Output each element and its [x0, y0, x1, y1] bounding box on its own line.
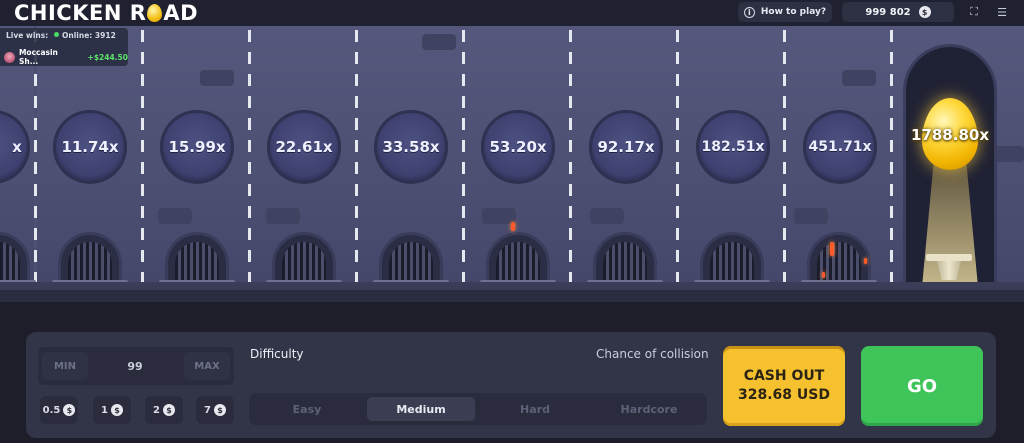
multiplier-coin[interactable]: 53.20x	[481, 110, 555, 184]
wall-brick	[266, 208, 300, 224]
online-counter: Online: 3912	[54, 31, 116, 40]
fire-spark-icon	[822, 272, 825, 278]
fire-spark-icon	[830, 242, 834, 256]
sewer-grate	[0, 232, 36, 286]
logo-egg-icon	[147, 4, 163, 22]
bet-chip-button[interactable]: 7 $	[196, 396, 234, 424]
egg-pedestal	[926, 254, 972, 280]
game-root: CHICKEN R AD i How to play? 999 802 $ ⛶ ☰	[0, 0, 1024, 443]
dollar-coin-icon: $	[162, 404, 175, 416]
multiplier-coin[interactable]: 92.17x	[589, 110, 663, 184]
wall-brick	[200, 70, 234, 86]
live-wins-panel: Live wins: Online: 3912 Moccasin Sh... +…	[0, 28, 128, 66]
sewer-grate	[373, 232, 449, 286]
sewer-grate	[266, 232, 342, 286]
wall-brick	[842, 70, 876, 86]
bet-chip-button[interactable]: 2 $	[145, 396, 183, 424]
lane-divider	[462, 30, 465, 284]
lane-divider	[355, 30, 358, 284]
how-to-play-button[interactable]: i How to play?	[738, 2, 832, 22]
top-bar: CHICKEN R AD i How to play? 999 802 $ ⛶ ☰	[0, 0, 1024, 26]
dollar-coin-icon: $	[63, 404, 76, 416]
lane-divider	[783, 30, 786, 284]
avatar	[4, 51, 15, 63]
collision-chance-label: Chance of collision	[596, 347, 709, 361]
fire-spark-icon	[511, 222, 515, 231]
balance-value: 999 802	[865, 6, 911, 18]
lane-divider	[676, 30, 679, 284]
difficulty-hard[interactable]: Hard	[481, 397, 589, 421]
multiplier-coin[interactable]: 451.71x	[803, 110, 877, 184]
multiplier-coin[interactable]: 11.74x	[53, 110, 127, 184]
difficulty-easy[interactable]: Easy	[253, 397, 361, 421]
wall-brick	[590, 208, 624, 224]
wall-brick	[422, 34, 456, 50]
sewer-grate	[480, 232, 556, 286]
multiplier-coin[interactable]: 33.58x	[374, 110, 448, 184]
lane-divider	[569, 30, 572, 284]
difficulty-label: Difficulty	[250, 347, 304, 361]
fire-spark-icon	[864, 258, 867, 264]
multiplier-coin[interactable]: 15.99x	[160, 110, 234, 184]
cash-out-amount: 328.68 USD	[738, 387, 830, 403]
sewer-grate	[587, 232, 663, 286]
sewer-grate	[159, 232, 235, 286]
hamburger-menu-icon: ☰	[997, 5, 1007, 19]
sewer-grate	[52, 232, 128, 286]
wall-brick	[794, 208, 828, 224]
dollar-coin-icon: $	[110, 404, 123, 416]
difficulty-hardcore[interactable]: Hardcore	[595, 397, 703, 421]
menu-button[interactable]: ☰	[992, 2, 1012, 22]
road-curb-shadow	[0, 290, 1024, 302]
dollar-coin-icon: $	[918, 6, 931, 18]
info-icon: i	[743, 6, 755, 18]
road-curb	[0, 282, 1024, 290]
go-button[interactable]: GO	[861, 346, 983, 426]
sewer-grate	[694, 232, 770, 286]
fullscreen-button[interactable]: ⛶	[964, 2, 984, 22]
difficulty-medium[interactable]: Medium	[367, 397, 475, 421]
cash-out-label: CASH OUT	[743, 368, 825, 384]
how-to-play-label: How to play?	[760, 7, 827, 17]
min-bet-button[interactable]: MIN	[42, 352, 88, 380]
game-logo: CHICKEN R AD	[14, 1, 199, 25]
dollar-coin-icon: $	[213, 404, 226, 416]
multiplier-coin[interactable]: 182.51x	[696, 110, 770, 184]
lane-divider	[34, 30, 37, 284]
winner-name: Moccasin Sh...	[18, 48, 58, 66]
bet-chip-button[interactable]: 0.5 $	[40, 396, 78, 424]
bet-amount-value[interactable]: 99	[100, 352, 170, 380]
win-amount: +$244.50	[87, 52, 128, 62]
balance-display: 999 802 $	[842, 2, 954, 22]
live-wins-label: Live wins:	[6, 31, 49, 40]
live-win-entry: Moccasin Sh... +$244.50	[4, 48, 128, 66]
lane-divider	[890, 30, 893, 284]
cash-out-button[interactable]: CASH OUT 328.68 USD	[723, 346, 845, 426]
lane-divider	[141, 30, 144, 284]
bet-chip-button[interactable]: 1 $	[93, 396, 131, 424]
multiplier-coin[interactable]: 22.61x	[267, 110, 341, 184]
game-road: x 11.74x 15.99x 22.61x 33.58x 53.20x 92.…	[0, 26, 1024, 286]
online-dot-icon	[54, 32, 59, 37]
wall-brick	[158, 208, 192, 224]
max-bet-button[interactable]: MAX	[184, 352, 230, 380]
golden-multiplier: 1788.80x	[911, 126, 989, 144]
expand-icon: ⛶	[970, 5, 978, 18]
lane-divider	[248, 30, 251, 284]
